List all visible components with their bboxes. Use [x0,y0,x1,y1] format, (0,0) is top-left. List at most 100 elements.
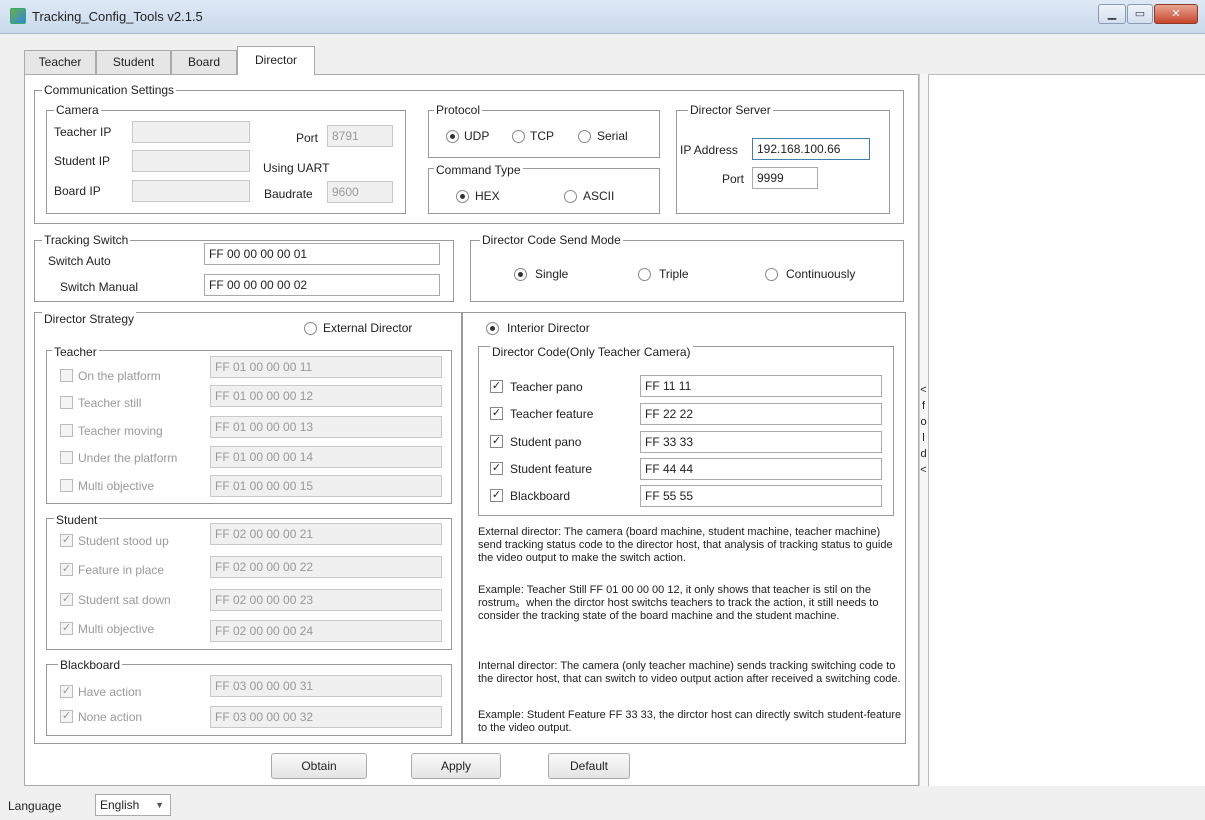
switch-auto-input[interactable]: FF 00 00 00 00 01 [204,243,440,265]
command-hex-radio[interactable] [456,190,469,203]
switch-auto-label: Switch Auto [48,254,111,268]
student-strategy-title: Student [54,513,100,527]
external-director-radio[interactable] [304,322,317,335]
under-platform-code[interactable]: FF 01 00 00 00 14 [210,446,442,468]
protocol-tcp-radio[interactable] [512,130,525,143]
send-mode-triple-radio[interactable] [638,268,651,281]
language-select[interactable]: English ▼ [95,794,171,816]
protocol-udp-label: UDP [464,129,490,143]
have-action-label: Have action [78,685,142,699]
server-port-input[interactable]: 9999 [752,167,818,189]
none-action-code[interactable]: FF 03 00 00 00 32 [210,706,442,728]
student-feature-label: Student feature [510,462,593,476]
student-feature-checkbox[interactable]: ✓ [490,462,503,475]
minimize-button[interactable]: ▁ [1098,4,1126,24]
teacher-feature-code[interactable]: FF 22 22 [640,403,882,425]
right-panel [928,74,1205,786]
command-ascii-label: ASCII [583,189,615,203]
student-stood-up-checkbox[interactable]: ✓ [60,534,73,547]
window-title: Tracking_Config_Tools v2.1.5 [32,9,203,24]
teacher-moving-code[interactable]: FF 01 00 00 00 13 [210,416,442,438]
command-type-title: Command Type [434,163,523,177]
external-director-example: Example: Teacher Still FF 01 00 00 00 12… [478,584,879,622]
student-pano-label: Student pano [510,435,582,449]
student-pano-checkbox[interactable]: ✓ [490,435,503,448]
teacher-multi-objective-code[interactable]: FF 01 00 00 00 15 [210,475,442,497]
switch-manual-input[interactable]: FF 00 00 00 00 02 [204,274,440,296]
tab-board[interactable]: Board [171,50,237,74]
send-mode-continuously-radio[interactable] [765,268,778,281]
teacher-moving-label: Teacher moving [78,424,163,438]
language-value: English [100,798,140,812]
blackboard-strategy-title: Blackboard [58,658,123,672]
protocol-serial-label: Serial [597,129,628,143]
camera-port-input[interactable]: 8791 [327,125,393,147]
teacher-moving-checkbox[interactable] [60,424,73,437]
protocol-serial-radio[interactable] [578,130,591,143]
none-action-checkbox[interactable]: ✓ [60,710,73,723]
close-button[interactable]: ✕ [1154,4,1198,24]
teacher-strategy-title: Teacher [52,345,99,359]
fold-strip[interactable] [919,74,928,786]
have-action-checkbox[interactable]: ✓ [60,685,73,698]
student-multi-objective-checkbox[interactable]: ✓ [60,622,73,635]
tracking-switch-title: Tracking Switch [42,233,131,247]
none-action-label: None action [78,710,143,724]
feature-in-place-code[interactable]: FF 02 00 00 00 22 [210,556,442,578]
protocol-udp-radio[interactable] [446,130,459,143]
teacher-pano-code[interactable]: FF 11 11 [640,375,882,397]
teacher-feature-label: Teacher feature [510,407,594,421]
camera-title: Camera [54,103,101,117]
feature-in-place-label: Feature in place [78,563,165,577]
student-sat-down-code[interactable]: FF 02 00 00 00 23 [210,589,442,611]
teacher-still-checkbox[interactable] [60,396,73,409]
internal-director-note: Internal director: The camera (only teac… [478,660,901,685]
board-ip-input[interactable] [132,180,250,202]
teacher-feature-checkbox[interactable]: ✓ [490,407,503,420]
fold-char: f [921,400,926,412]
baudrate-input[interactable]: 9600 [327,181,393,203]
chevron-down-icon: ▼ [155,800,164,810]
tab-teacher[interactable]: Teacher [24,50,96,74]
have-action-code[interactable]: FF 03 00 00 00 31 [210,675,442,697]
obtain-button[interactable]: Obtain [271,753,367,779]
tab-student[interactable]: Student [96,50,171,74]
default-button[interactable]: Default [548,753,630,779]
send-mode-single-radio[interactable] [514,268,527,281]
student-feature-code[interactable]: FF 44 44 [640,458,882,480]
student-sat-down-label: Student sat down [78,593,171,607]
student-pano-code[interactable]: FF 33 33 [640,431,882,453]
send-mode-single-label: Single [535,267,569,281]
blackboard-checkbox[interactable]: ✓ [490,489,503,502]
maximize-button[interactable]: ▭ [1127,4,1153,24]
teacher-ip-input[interactable] [132,121,250,143]
director-server-group [676,110,890,214]
teacher-still-label: Teacher still [78,396,142,410]
blackboard-code[interactable]: FF 55 55 [640,485,882,507]
server-ip-input[interactable]: 192.168.100.66 [752,138,870,160]
command-ascii-radio[interactable] [564,190,577,203]
apply-button[interactable]: Apply [411,753,501,779]
director-server-title: Director Server [688,103,773,117]
teacher-ip-label: Teacher IP [54,125,112,139]
protocol-title: Protocol [434,103,483,117]
student-ip-input[interactable] [132,150,250,172]
on-platform-code[interactable]: FF 01 00 00 00 11 [210,356,442,378]
teacher-multi-objective-label: Multi objective [78,479,155,493]
director-strategy-title: Director Strategy [42,312,137,326]
feature-in-place-checkbox[interactable]: ✓ [60,563,73,576]
fold-char: < [920,464,927,476]
teacher-pano-checkbox[interactable]: ✓ [490,380,503,393]
server-ip-label: IP Address [680,143,738,157]
student-multi-objective-code[interactable]: FF 02 00 00 00 24 [210,620,442,642]
send-mode-triple-label: Triple [659,267,689,281]
interior-director-radio[interactable] [486,322,499,335]
on-platform-checkbox[interactable] [60,369,73,382]
under-platform-checkbox[interactable] [60,451,73,464]
teacher-still-code[interactable]: FF 01 00 00 00 12 [210,385,442,407]
teacher-multi-objective-checkbox[interactable] [60,479,73,492]
tab-director[interactable]: Director [237,46,315,75]
student-stood-up-code[interactable]: FF 02 00 00 00 21 [210,523,442,545]
student-sat-down-checkbox[interactable]: ✓ [60,593,73,606]
under-platform-label: Under the platform [78,451,178,465]
